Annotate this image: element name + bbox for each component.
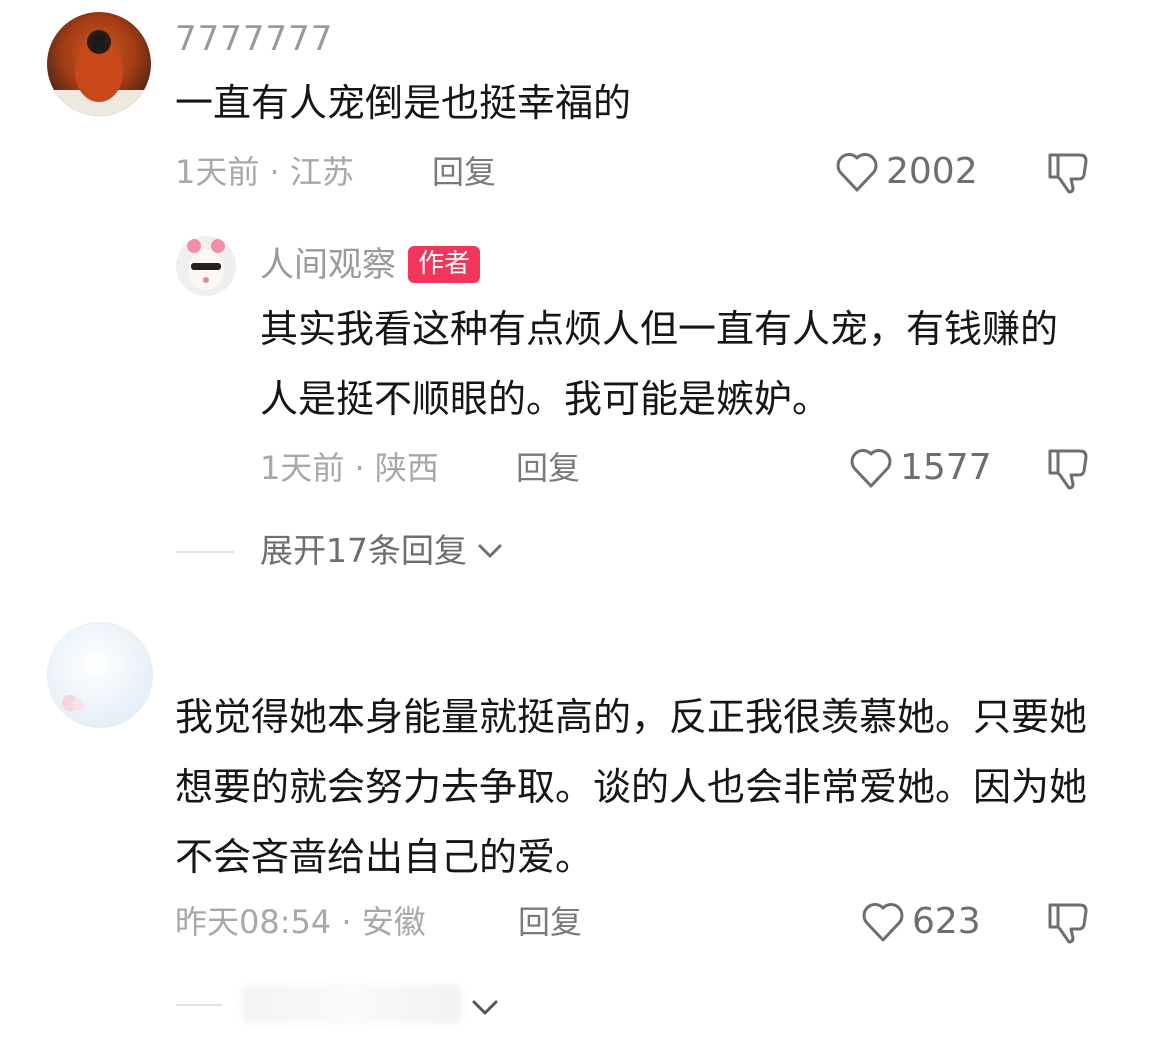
thumbs-down-icon [1046,150,1092,194]
comment-text: 其实我看这种有点烦人但一直有人宠，有钱赚的人是挺不顺眼的。我可能是嫉妒。 [260,307,1059,421]
thumbs-down-icon [1046,446,1092,490]
username[interactable]: 7777777 [175,22,333,56]
comment-text: 一直有人宠倒是也挺幸福的 [175,81,632,125]
avatar[interactable] [176,236,236,296]
like-count: 2002 [886,151,978,192]
like-button[interactable]: 623 [860,900,981,944]
divider-line [176,551,234,553]
comment-meta: 1天前 · 陕西 [260,449,439,487]
reply-button[interactable]: 回复 [518,906,582,938]
expand-replies-label: 展开17条回复 [260,531,467,570]
comment-text: 我觉得她本身能量就挺高的，反正我很羡慕她。只要她想要的就会努力去争取。谈的人也会… [175,695,1088,879]
like-button[interactable]: 1577 [848,446,992,490]
like-button[interactable]: 2002 [834,150,978,194]
reply-button[interactable]: 回复 [516,452,580,484]
divider-line [176,1004,222,1006]
dislike-button[interactable] [1046,900,1092,944]
heart-icon [848,446,894,490]
heart-icon [834,150,880,194]
heart-icon [860,900,906,944]
like-count: 1577 [900,447,992,488]
chevron-down-icon [475,536,505,566]
comment-meta: 1天前 · 江苏 [175,153,354,191]
username[interactable]: 人间观察 [260,248,396,282]
reply-button[interactable]: 回复 [432,156,496,188]
thumbs-down-icon [1046,900,1092,944]
avatar[interactable] [47,12,151,116]
like-count: 623 [912,901,981,942]
author-badge: 作者 [408,246,481,283]
chevron-down-icon[interactable] [468,990,502,1024]
avatar[interactable] [47,622,153,728]
dislike-button[interactable] [1046,150,1092,194]
expand-replies-button[interactable]: 展开17条回复 [260,534,505,567]
blurred-expand-area [242,984,462,1024]
dislike-button[interactable] [1046,446,1092,490]
comment-meta: 昨天08:54 · 安徽 [175,903,426,941]
